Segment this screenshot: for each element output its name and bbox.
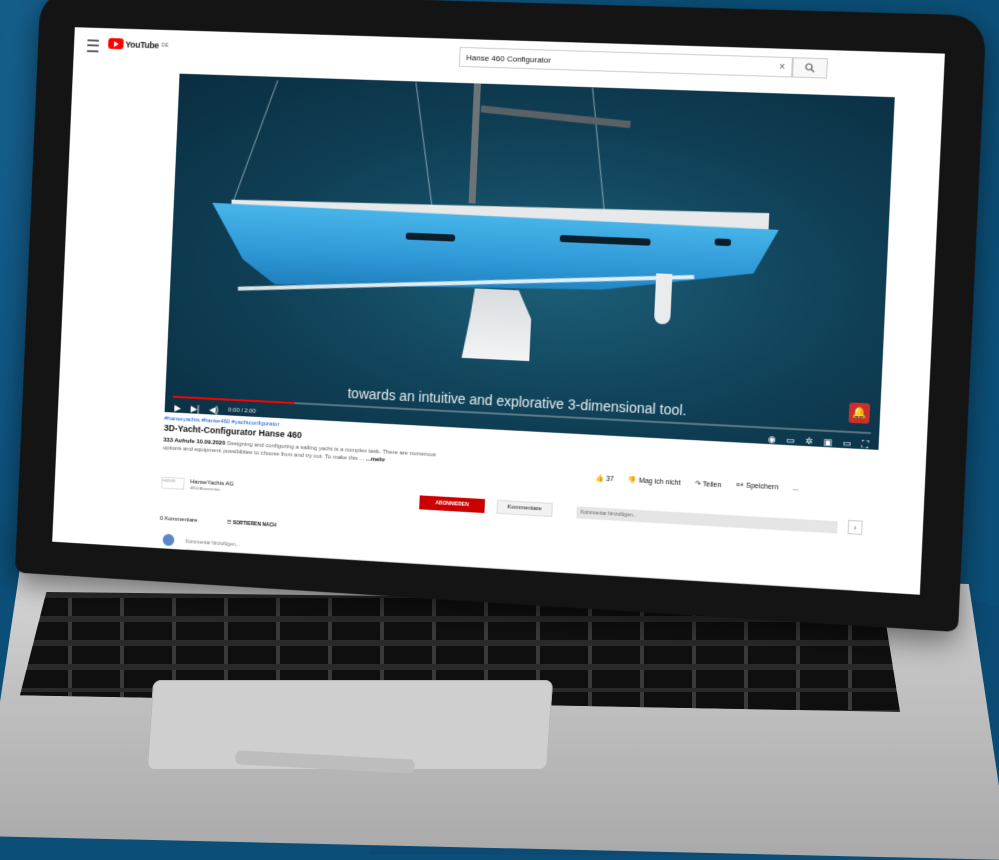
video-player[interactable]: towards an intuitive and explorative 3-d…	[164, 73, 895, 450]
laptop-lid: YouTube DE Hanse 460 Configurator × towa…	[14, 0, 987, 633]
rigging-line	[229, 80, 279, 211]
share-label: Teilen	[702, 481, 722, 490]
share-button[interactable]: ↷ Teilen	[695, 480, 722, 490]
menu-icon[interactable]	[87, 39, 99, 53]
dislike-label: Mag ich nicht	[638, 477, 681, 487]
chevron-right-icon[interactable]: ›	[847, 519, 863, 535]
bell-icon[interactable]: 🔔	[848, 402, 871, 424]
search-icon	[805, 63, 816, 74]
search-button[interactable]	[792, 57, 829, 79]
rigging-line	[592, 87, 607, 229]
comment-underline	[185, 548, 854, 591]
clear-icon[interactable]: ×	[773, 61, 792, 73]
sort-button[interactable]: ☰ SORTIEREN NACH	[227, 520, 276, 529]
like-count: 37	[605, 475, 614, 484]
captions-icon[interactable]: ▭	[786, 434, 795, 446]
subscribe-button[interactable]: ABONNIEREN	[419, 495, 486, 514]
youtube-logo-icon	[108, 38, 124, 50]
key-row	[20, 646, 900, 664]
key-row	[20, 622, 900, 640]
autoplay-toggle-icon[interactable]: ◉	[768, 433, 777, 445]
search-query: Hanse 460 Configurator	[466, 52, 552, 65]
channel-avatar[interactable]: HANSE	[161, 476, 185, 490]
save-label: Speichern	[745, 482, 779, 492]
logo[interactable]: YouTube DE	[108, 38, 169, 51]
volume-icon[interactable]: ◀)	[209, 404, 219, 415]
dislike-button[interactable]: 👎 Mag ich nicht	[628, 476, 681, 487]
user-avatar	[162, 533, 175, 547]
action-bar: 👍 37 👎 Mag ich nicht ↷ Teilen ≡+ Speiche…	[595, 474, 799, 493]
comment-count: 0 Kommentare	[159, 515, 198, 524]
channel-info: HANSE HanseYachts AG 4800 Abonnenten	[161, 476, 234, 493]
comments-tab[interactable]: Kommentare	[496, 499, 553, 518]
logo-country: DE	[161, 42, 169, 49]
rigging-line	[415, 82, 435, 221]
sort-label: SORTIEREN NACH	[232, 520, 277, 529]
boom	[480, 105, 631, 129]
comment-input[interactable]: Kommentar hinzufügen...	[576, 506, 838, 534]
next-icon[interactable]: ▶|	[190, 403, 199, 414]
screen: YouTube DE Hanse 460 Configurator × towa…	[52, 27, 945, 595]
show-more-link[interactable]: ...mehr	[366, 457, 386, 464]
more-actions-button[interactable]: ...	[793, 485, 799, 493]
miniplayer-icon[interactable]: ▣	[823, 436, 832, 448]
logo-text: YouTube	[125, 39, 160, 50]
save-button[interactable]: ≡+ Speichern	[735, 482, 778, 492]
search-input[interactable]: Hanse 460 Configurator ×	[458, 46, 793, 78]
mast	[468, 83, 481, 204]
keel	[462, 288, 533, 361]
rudder	[653, 273, 673, 325]
hull-window	[714, 238, 732, 247]
time-display: 0:00 / 2:00	[228, 407, 256, 415]
add-comment-input[interactable]: Kommentar hinzufügen...	[186, 539, 240, 548]
like-button[interactable]: 👍 37	[595, 474, 614, 483]
play-icon[interactable]: ▶	[174, 402, 181, 413]
settings-icon[interactable]: ✲	[805, 435, 813, 447]
fullscreen-icon[interactable]: ⛶	[862, 438, 869, 450]
theater-icon[interactable]: ▭	[842, 437, 851, 449]
